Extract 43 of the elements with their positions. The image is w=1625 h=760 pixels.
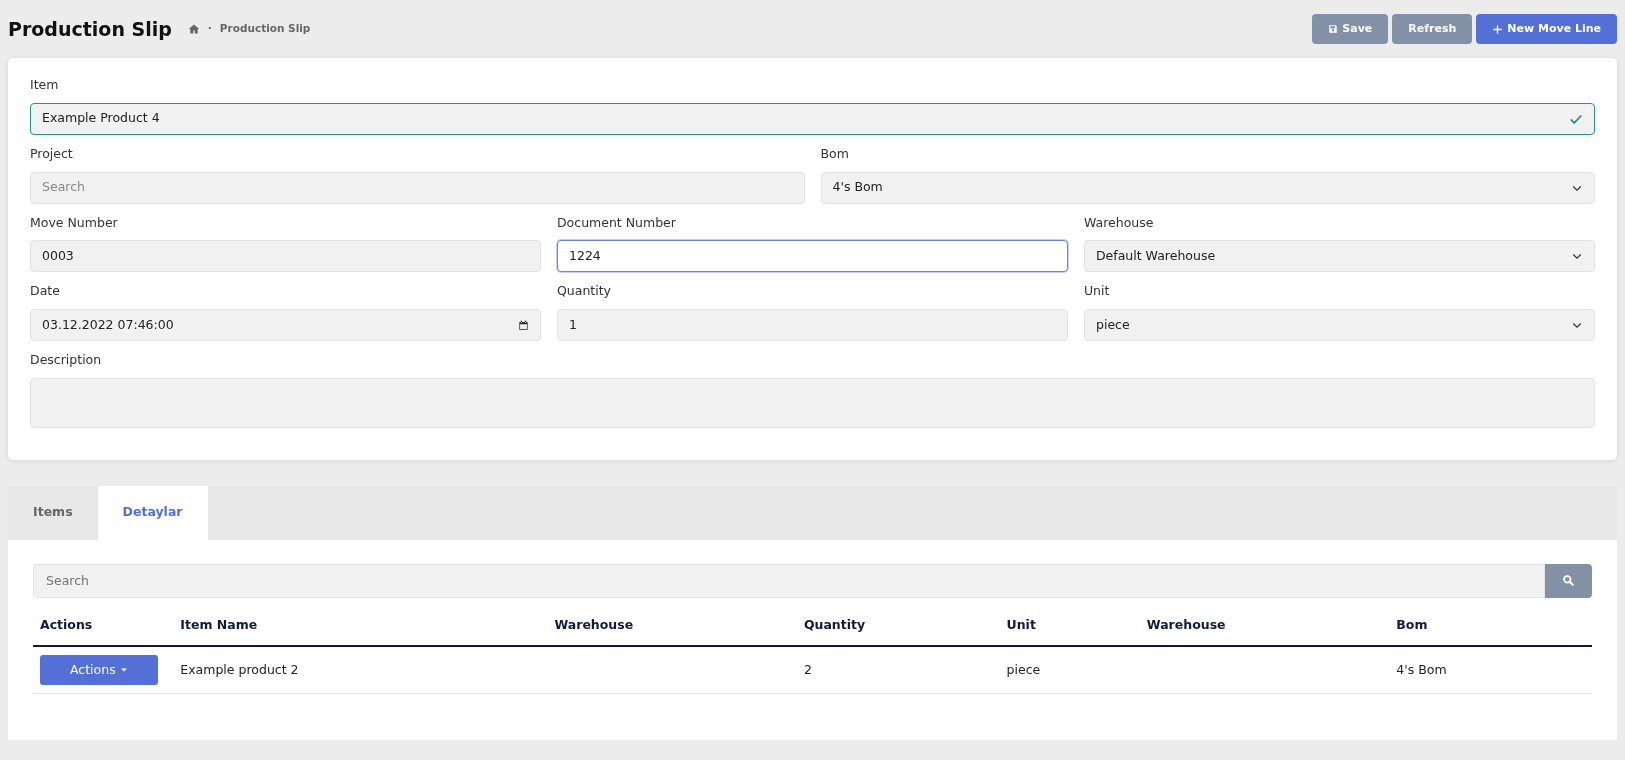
- add-button[interactable]: New Move Line: [1476, 13, 1617, 45]
- field-label: Description: [30, 351, 103, 369]
- table-cell: Example product 2: [173, 645, 548, 694]
- breadcrumb-separator: ·: [207, 21, 212, 37]
- input-field[interactable]: 1: [557, 309, 1068, 341]
- home-icon: [187, 23, 200, 35]
- column-header: Warehouse: [547, 605, 797, 646]
- search-button[interactable]: [1545, 563, 1592, 598]
- table-cell: piece: [999, 645, 1140, 694]
- field-label: Project: [30, 144, 74, 163]
- column-header: Item Name: [173, 605, 548, 646]
- column-header: Quantity: [796, 605, 1000, 646]
- save-icon: [1328, 24, 1339, 34]
- input-field[interactable]: Example Product 4: [30, 102, 1595, 135]
- search-icon: [1562, 574, 1575, 588]
- tab[interactable]: Detaylar: [97, 485, 208, 540]
- dropdown-field[interactable]: 4's Bom: [820, 171, 1595, 204]
- actions-button[interactable]: Actions: [40, 654, 158, 686]
- field-label: Warehouse: [1083, 213, 1155, 232]
- column-header: Warehouse: [1139, 605, 1390, 646]
- input-field[interactable]: 1224: [557, 240, 1068, 273]
- page-title: Production Slip: [8, 17, 172, 41]
- field-label: Move Number: [30, 213, 119, 232]
- field-label: Document Number: [557, 213, 677, 232]
- column-header: Actions: [33, 605, 174, 646]
- calendar-icon: [518, 319, 529, 331]
- breadcrumb-item[interactable]: Production Slip: [219, 21, 311, 37]
- table-cell: 2: [796, 645, 1000, 694]
- date-field[interactable]: 03.12.2022 07:46:00: [30, 309, 541, 341]
- field-label: Date: [30, 282, 61, 301]
- search-field[interactable]: Search: [33, 563, 1545, 598]
- table-cell: 4's Bom: [1389, 645, 1592, 694]
- plus-icon: [1492, 23, 1504, 35]
- column-header: Unit: [999, 605, 1140, 646]
- dropdown-field[interactable]: Default Warehouse: [1083, 240, 1595, 273]
- field-label: Item: [30, 76, 60, 94]
- dropdown-field[interactable]: piece: [1083, 309, 1595, 341]
- field-label: Quantity: [557, 282, 612, 301]
- tab[interactable]: Items: [8, 485, 98, 540]
- field-label: Bom: [820, 144, 850, 163]
- field-label: Unit: [1083, 282, 1111, 301]
- input-field[interactable]: 0003: [30, 240, 541, 273]
- column-header: Bom: [1389, 605, 1592, 646]
